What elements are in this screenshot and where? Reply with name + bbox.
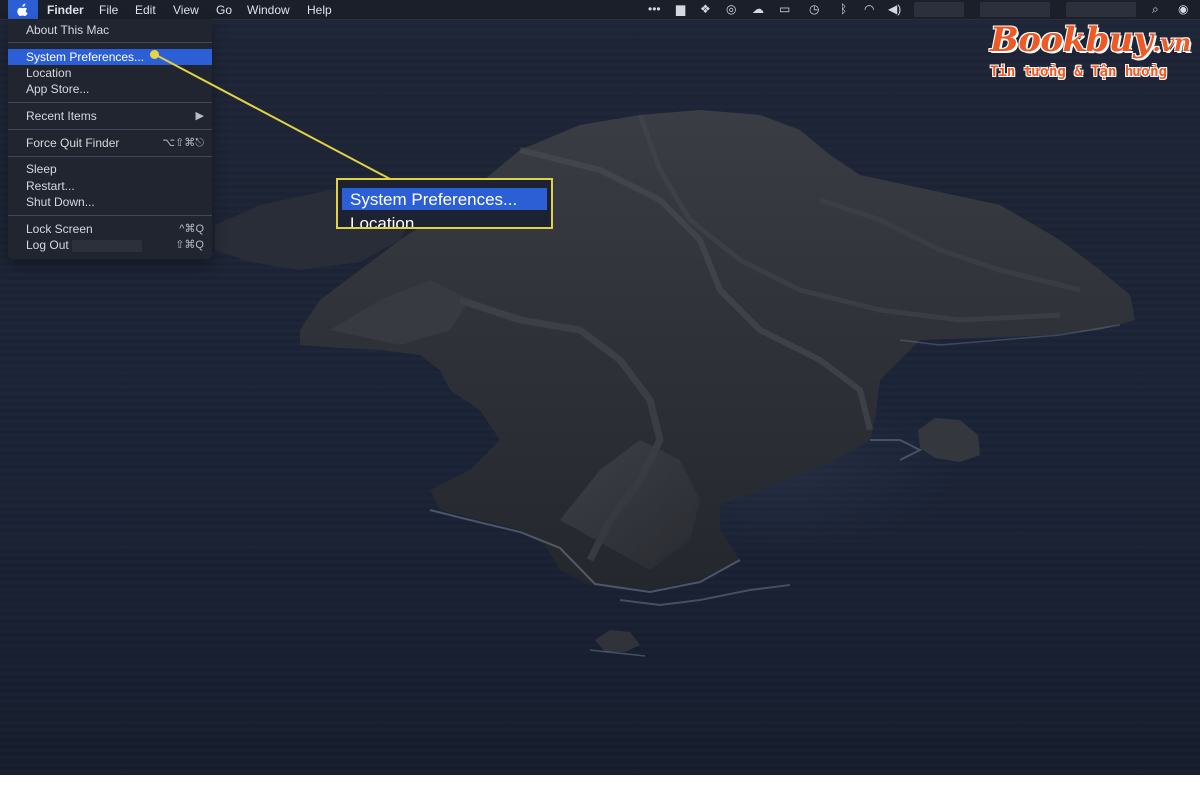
time-machine-icon[interactable]: ◷: [809, 2, 819, 17]
menu-item-location[interactable]: Location: [8, 65, 212, 81]
menu-item-label: Location: [26, 66, 72, 80]
menu-separator: [8, 156, 212, 157]
redacted-username: [72, 240, 142, 252]
bluetooth-icon[interactable]: ᛒ: [840, 2, 847, 17]
menu-item-label: Recent Items: [26, 109, 97, 123]
redacted-status: [980, 2, 1050, 17]
search-icon[interactable]: ⌕: [1152, 2, 1159, 17]
notes-icon[interactable]: ▆: [676, 2, 685, 17]
dropbox-icon[interactable]: ❖: [700, 2, 711, 17]
menu-go[interactable]: Go: [216, 3, 232, 17]
submenu-arrow-icon: ▶: [195, 110, 204, 122]
callout-anchor-dot: [150, 50, 159, 59]
menu-item-label: Lock Screen: [26, 222, 93, 236]
menu-item-label: About This Mac: [26, 23, 110, 37]
menu-item-app-store[interactable]: App Store...: [8, 81, 212, 97]
menu-item-about-this-mac[interactable]: About This Mac: [8, 22, 212, 38]
menu-item-label: System Preferences...: [26, 50, 145, 64]
apple-icon: [17, 3, 28, 16]
menu-item-log-out[interactable]: Log Out ⇧⌘Q: [8, 237, 212, 253]
menu-item-sleep[interactable]: Sleep: [8, 161, 212, 177]
menu-item-label: Force Quit Finder: [26, 136, 120, 150]
redacted-status: [1066, 2, 1136, 17]
menu-shortcut: ⇧⌘Q: [175, 239, 204, 251]
cloud-upload-icon[interactable]: ☁: [752, 2, 764, 17]
menu-view[interactable]: View: [173, 3, 199, 17]
menu-item-shut-down[interactable]: Shut Down...: [8, 194, 212, 210]
apple-dropdown-menu: About This Mac System Preferences... Loc…: [8, 19, 212, 259]
more-icon[interactable]: •••: [648, 2, 661, 17]
menu-item-label: Log Out: [26, 238, 69, 252]
watermark-brand: Bookbuy.vn: [990, 20, 1191, 60]
menu-item-label: Shut Down...: [26, 195, 95, 209]
menu-item-label: Sleep: [26, 162, 57, 176]
app-menu-finder[interactable]: Finder: [47, 3, 84, 17]
menu-item-label: App Store...: [26, 82, 90, 96]
apple-menu-button[interactable]: [8, 0, 38, 19]
menu-separator: [8, 129, 212, 130]
menu-file[interactable]: File: [99, 3, 118, 17]
menu-help[interactable]: Help: [307, 3, 332, 17]
menu-item-force-quit[interactable]: Force Quit Finder ⌥⇧⌘⎋: [8, 135, 212, 151]
bookbuy-watermark: Bookbuy.vn Tin tưởng & Tận hưởng: [990, 20, 1191, 82]
menu-item-lock-screen[interactable]: Lock Screen ^⌘Q: [8, 221, 212, 237]
watermark-brand-suffix: .vn: [1152, 28, 1191, 57]
menu-item-restart[interactable]: Restart...: [8, 178, 212, 194]
volume-icon[interactable]: ◀): [888, 2, 901, 17]
redacted-status: [914, 2, 964, 17]
siri-icon[interactable]: ◉: [1178, 2, 1188, 17]
callout-zoom-box: System Preferences... Location: [336, 178, 553, 229]
menu-shortcut: ^⌘Q: [179, 223, 204, 235]
menu-separator: [8, 215, 212, 216]
wifi-icon[interactable]: ◠: [864, 2, 874, 17]
menu-edit[interactable]: Edit: [135, 3, 156, 17]
creative-cloud-icon[interactable]: ◎: [726, 2, 736, 17]
menu-item-recent-items[interactable]: Recent Items ▶: [8, 108, 212, 124]
callout-label: System Preferences...: [350, 190, 518, 209]
airplay-icon[interactable]: ▭: [779, 2, 790, 17]
menu-bar: Finder File Edit View Go Window Help •••…: [0, 0, 1200, 20]
menu-separator: [8, 42, 212, 43]
menu-item-label: Restart...: [26, 179, 75, 193]
menu-separator: [8, 102, 212, 103]
menu-item-system-preferences[interactable]: System Preferences...: [8, 49, 212, 65]
callout-partial-label: Location: [350, 214, 415, 229]
menu-window[interactable]: Window: [247, 3, 290, 17]
watermark-brand-name: Bookbuy: [990, 20, 1153, 60]
watermark-tagline: Tin tưởng & Tận hưởng: [990, 64, 1168, 80]
menu-shortcut: ⌥⇧⌘⎋: [162, 137, 204, 149]
